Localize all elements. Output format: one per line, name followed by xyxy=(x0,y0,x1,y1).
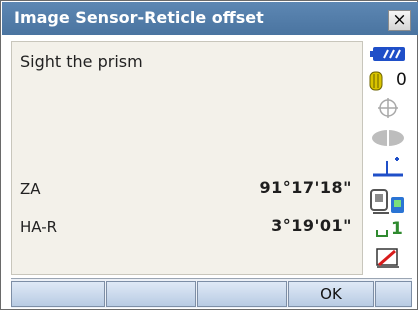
instruction-message: Sight the prism xyxy=(20,52,143,71)
window-title: Image Sensor-Reticle offset xyxy=(14,8,264,27)
signal-level-icon[interactable] xyxy=(371,129,405,151)
input-mode-icon[interactable] xyxy=(375,223,389,242)
softkey-3[interactable] xyxy=(197,281,287,307)
prism-target-icon[interactable] xyxy=(369,71,383,95)
softkey-1[interactable] xyxy=(11,281,105,307)
device-interface-icon[interactable] xyxy=(369,187,407,221)
status-bar: 0 1 xyxy=(365,41,411,275)
pen-icon[interactable] xyxy=(375,247,401,273)
za-label: ZA xyxy=(20,180,41,198)
dialog-window: Image Sensor-Reticle offset × Sight the … xyxy=(0,0,418,310)
softkey-2[interactable] xyxy=(106,281,196,307)
title-bar: Image Sensor-Reticle offset × xyxy=(2,2,418,35)
close-button[interactable]: × xyxy=(388,10,411,31)
ok-button[interactable]: OK xyxy=(288,281,374,307)
measurement-panel: Sight the prism ZA 91°17'18" HA-R 3°19'0… xyxy=(11,41,363,275)
softkey-bar: OK xyxy=(11,278,412,308)
battery-icon[interactable] xyxy=(370,46,406,66)
tilt-icon[interactable] xyxy=(371,155,405,183)
ha-r-value: 3°19'01" xyxy=(271,216,352,235)
prism-constant-value: 0 xyxy=(396,70,407,90)
crosshair-icon[interactable] xyxy=(377,97,399,123)
softkey-5[interactable] xyxy=(375,281,412,307)
laser-pointer-level: 1 xyxy=(391,219,403,239)
ha-r-label: HA-R xyxy=(20,218,58,236)
za-value: 91°17'18" xyxy=(259,178,352,197)
